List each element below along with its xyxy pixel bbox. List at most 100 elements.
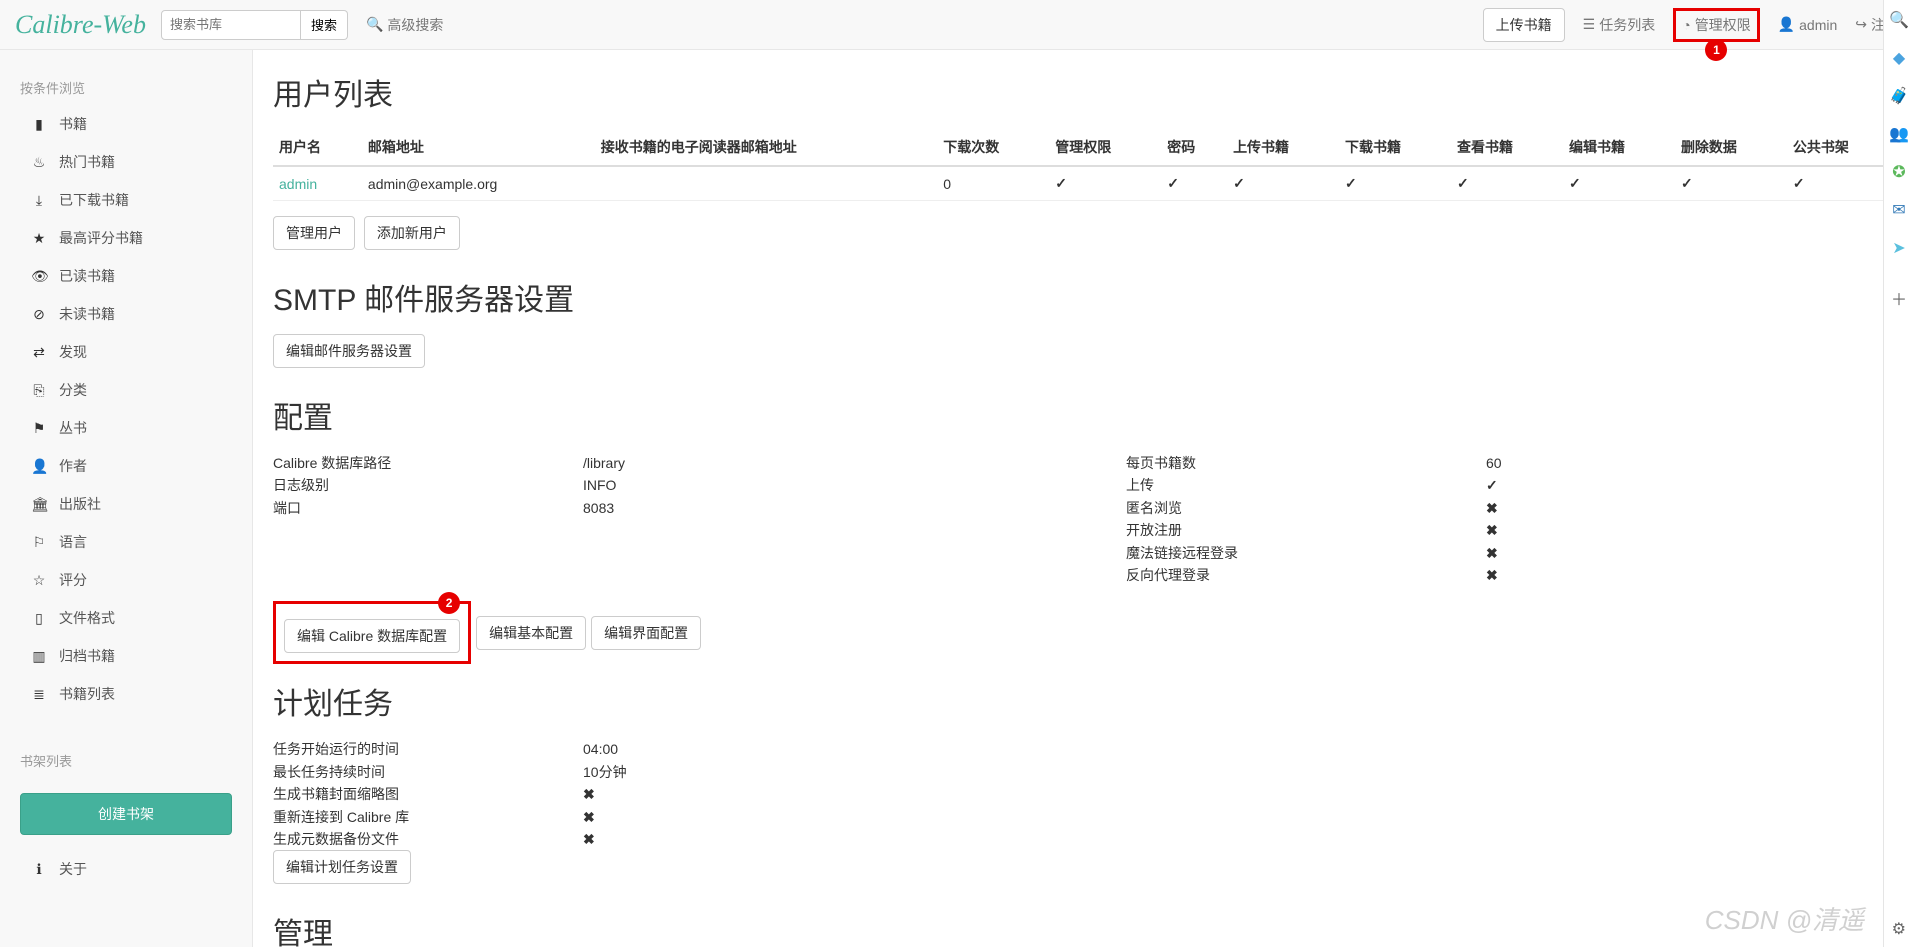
gear-icon[interactable]: ⚙ [1892,919,1906,939]
briefcase-icon[interactable]: 🧳 [1889,86,1909,106]
sidebar-item-2[interactable]: ⤓ 已下载书籍 [0,181,252,219]
send-icon[interactable]: ➤ [1892,238,1905,258]
sidebar-item-label: 书籍列表 [59,684,115,704]
sidebar-item-label: 文件格式 [59,608,115,628]
config-row: 上传 [1126,474,1899,496]
brand-logo[interactable]: Calibre-Web [15,10,146,40]
edit-basic-config-button[interactable]: 编辑基本配置 [476,616,586,650]
table-header: 上传书籍 [1227,129,1339,166]
main-content: 用户列表 用户名邮箱地址接收书籍的电子阅读器邮箱地址下载次数管理权限密码上传书籍… [253,50,1914,947]
sidebar-item-6[interactable]: ⇄发现 [0,333,252,371]
people-icon[interactable]: 👥 [1889,124,1909,144]
top-header: Calibre-Web 搜索 🔍 高级搜索 上传书籍 ☰任务列表 ◔ 管理权限 … [0,0,1914,50]
table-header: 编辑书籍 [1563,129,1675,166]
sidebar-item-11[interactable]: ⚐语言 [0,523,252,561]
sidebar-item-label: 出版社 [59,494,101,514]
cross-icon [583,831,595,847]
search-icon[interactable]: 🔍 [1889,10,1909,30]
sidebar-browse-heading: 按条件浏览 [0,70,252,105]
sidebar-item-12[interactable]: ☆评分 [0,561,252,599]
user-icon: 👤 [31,458,47,475]
user-icon: 👤 [1778,16,1795,33]
sidebar-item-3[interactable]: ★最高评分书籍 [0,219,252,257]
sidebar: 按条件浏览 ▮ 书籍 ♨ 热门书籍 ⤓ 已下载书籍 ★最高评分书籍👁已读书籍⊘未读书籍⇄发现… [0,50,253,947]
search-icon: 🔍 [366,16,383,33]
table-header: 用户名 [273,129,362,166]
sidebar-item-label: 已读书籍 [59,266,115,286]
sidebar-item-about[interactable]: ℹ关于 [0,850,252,888]
config-row: 每页书籍数60 [1126,452,1899,474]
logout-icon: ↪ [1855,16,1867,33]
config-row: Calibre 数据库路径/library [273,452,1046,474]
manage-users-button[interactable]: 管理用户 [273,216,355,250]
building-icon: 🏛 [31,496,47,513]
sidebar-item-label: 书籍 [59,114,87,134]
cross-icon [1486,545,1498,561]
sidebar-shelf-heading: 书架列表 [0,743,252,778]
scheduled-row: 生成书籍封面缩略图 [273,783,1899,805]
check-icon [1345,175,1357,191]
sidebar-item-label: 丛书 [59,418,87,438]
search-button[interactable]: 搜索 [301,10,348,40]
shuffle-icon: ⇄ [31,344,47,361]
user-link-cell[interactable]: admin [273,166,362,201]
download-icon: ⤓ [31,192,47,209]
task-list-link[interactable]: ☰任务列表 [1583,15,1656,35]
check-icon [1569,175,1581,191]
sidebar-about-label: 关于 [59,859,87,879]
user-list-title: 用户列表 [273,70,1899,114]
create-shelf-button[interactable]: 创建书架 [20,793,232,835]
sidebar-item-1[interactable]: ♨ 热门书籍 [0,143,252,181]
table-header: 下载次数 [937,129,1049,166]
sidebar-item-label: 热门书籍 [59,152,115,172]
scheduled-row: 最长任务持续时间10分钟 [273,761,1899,783]
add-user-button[interactable]: 添加新用户 [364,216,460,250]
sidebar-item-13[interactable]: ▯文件格式 [0,599,252,637]
config-row: 魔法链接远程登录 [1126,542,1899,564]
admin-permissions-link[interactable]: ◔ 管理权限 1 [1673,8,1759,42]
table-header: 接收书籍的电子阅读器邮箱地址 [595,129,938,166]
sidebar-item-10[interactable]: 🏛 出版社 [0,485,252,523]
list-icon: ≣ [31,686,47,703]
diamond-icon[interactable]: ◆ [1893,48,1905,68]
mail-icon[interactable]: ✉ [1892,200,1905,220]
cross-icon [583,786,595,802]
table-header: 下载书籍 [1339,129,1451,166]
plus-icon[interactable]: ＋ [1891,286,1907,310]
user-table: 用户名邮箱地址接收书籍的电子阅读器邮箱地址下载次数管理权限密码上传书籍下载书籍查… [273,129,1899,201]
cross-icon [1486,567,1498,583]
user-link[interactable]: 👤admin [1778,16,1838,33]
book-icon: ▮ [31,116,47,133]
admin-permissions-label: 管理权限 [1695,15,1751,35]
sidebar-item-0[interactable]: ▮ 书籍 [0,105,252,143]
check-icon [1793,175,1805,191]
sidebar-item-label: 已下载书籍 [59,190,129,210]
fire-icon: ♨ [31,154,47,171]
edit-scheduled-button[interactable]: 编辑计划任务设置 [273,850,411,884]
table-row: adminadmin@example.org0 [273,166,1899,201]
config-title: 配置 [273,393,1899,437]
edit-calibre-db-button[interactable]: 编辑 Calibre 数据库配置 [284,619,460,653]
bookmark-icon: ⚑ [31,420,47,437]
check-icon [1486,477,1498,493]
table-header: 邮箱地址 [362,129,595,166]
sidebar-item-7[interactable]: ⎘分类 [0,371,252,409]
advanced-search-link[interactable]: 🔍 高级搜索 [366,15,443,35]
scheduled-title: 计划任务 [273,679,1899,723]
sidebar-item-label: 分类 [59,380,87,400]
star-outline-icon: ☆ [31,572,47,589]
sidebar-item-label: 最高评分书籍 [59,228,143,248]
sidebar-item-9[interactable]: 👤 作者 [0,447,252,485]
sidebar-item-14[interactable]: ▥归档书籍 [0,637,252,675]
upload-book-button[interactable]: 上传书籍 [1483,8,1565,42]
edit-ui-config-button[interactable]: 编辑界面配置 [591,616,701,650]
table-header: 查看书籍 [1451,129,1563,166]
sidebar-item-8[interactable]: ⚑ 丛书 [0,409,252,447]
sidebar-item-5[interactable]: ⊘未读书籍 [0,295,252,333]
globe-icon[interactable]: ✪ [1892,162,1905,182]
sidebar-item-15[interactable]: ≣ 书籍列表 [0,675,252,713]
search-input[interactable] [161,10,301,40]
sidebar-item-label: 作者 [59,456,87,476]
sidebar-item-4[interactable]: 👁已读书籍 [0,257,252,295]
edit-smtp-button[interactable]: 编辑邮件服务器设置 [273,334,425,368]
